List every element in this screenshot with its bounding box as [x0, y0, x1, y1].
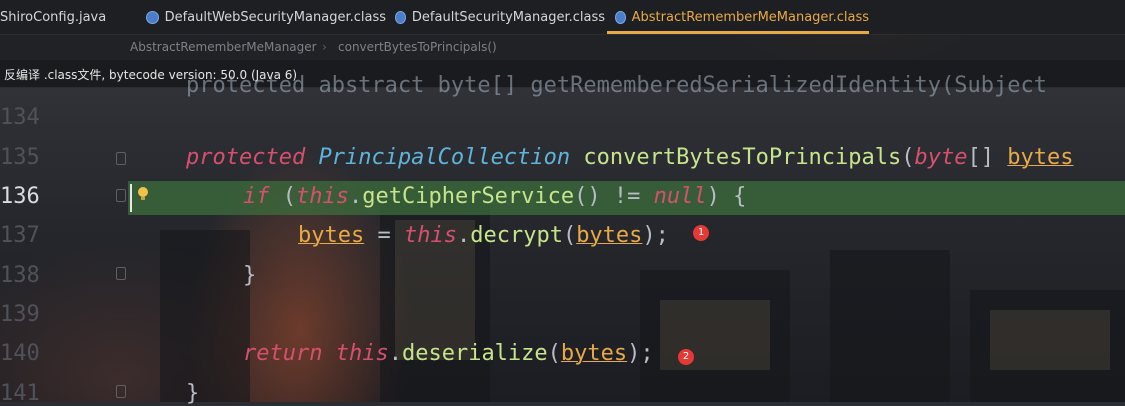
keyword-token: byte: [914, 145, 968, 170]
compiled-class-icon: [615, 10, 626, 24]
tab-defaultsecuritymanager[interactable]: DefaultSecurityManager.class: [395, 0, 605, 34]
line-number: 141: [0, 381, 40, 406]
breadcrumb-method[interactable]: convertBytesToPrincipals(): [338, 40, 497, 54]
keyword-token: this: [296, 184, 349, 209]
parameter-token: bytes: [1007, 145, 1074, 170]
code-line-137: bytes = this.decrypt(bytes);: [298, 223, 669, 248]
tab-defaultwebsecuritymanager[interactable]: DefaultWebSecurityManager.class: [146, 0, 386, 34]
tab-label: DefaultWebSecurityManager.class: [164, 9, 386, 25]
type-token: PrincipalCollection: [318, 145, 571, 170]
annotation-badge: 1: [693, 225, 709, 241]
code-line-141: }: [186, 381, 200, 406]
parameter-token: bytes: [576, 223, 643, 248]
compiled-class-icon: [146, 10, 159, 24]
punctuation-token: (: [901, 145, 915, 170]
punctuation-token: .: [348, 184, 363, 209]
method-name-token: convertBytesToPrincipals: [583, 145, 902, 170]
line-number: 138: [0, 263, 40, 288]
text-caret: [130, 184, 132, 212]
method-name-token: getCipherService: [362, 184, 575, 209]
code-line-133: protected abstract byte[] getRememberedS…: [186, 73, 1047, 98]
breadcrumb-class[interactable]: AbstractRememberMeManager: [130, 40, 317, 54]
line-number: 139: [0, 302, 40, 327]
fold-marker-icon[interactable]: [116, 385, 126, 398]
line-number: 136: [0, 184, 40, 209]
code-line-135: protected PrincipalCollection convertByt…: [186, 145, 1074, 170]
tab-abstractremembermemanager[interactable]: AbstractRememberMeManager.class: [607, 0, 869, 34]
punctuation-token: (: [269, 184, 296, 209]
compiled-class-icon: [395, 10, 406, 24]
method-name-token: deserialize: [401, 341, 548, 366]
fold-marker-icon[interactable]: [116, 189, 126, 202]
punctuation-token: (: [547, 341, 561, 366]
code-editor[interactable]: protected abstract byte[] getRememberedS…: [0, 73, 1125, 406]
tab-shiroconfig[interactable]: ShiroConfig.java: [0, 0, 140, 34]
parameter-token: bytes: [560, 341, 628, 366]
punctuation-token: .: [388, 341, 402, 366]
tab-label: AbstractRememberMeManager.class: [631, 9, 869, 25]
tab-label: ShiroConfig.java: [0, 9, 107, 25]
editor-tab-bar: ShiroConfig.java DefaultWebSecurityManag…: [0, 0, 1125, 35]
code-line-136: if (this.getCipherService() != null) {: [243, 184, 746, 209]
punctuation-token: ) {: [706, 184, 747, 209]
breadcrumb: AbstractRememberMeManager › convertBytes…: [0, 35, 1125, 60]
breadcrumb-separator: ›: [322, 40, 327, 54]
keyword-token: this: [335, 341, 389, 366]
keyword-token: this: [403, 223, 457, 248]
punctuation-token: );: [642, 223, 669, 248]
line-number: 135: [0, 145, 40, 170]
punctuation-token: () !=: [574, 184, 654, 209]
punctuation-token: .: [456, 223, 471, 248]
fold-marker-icon[interactable]: [116, 152, 126, 165]
parameter-token: bytes: [298, 223, 365, 248]
keyword-token: if: [243, 184, 270, 209]
punctuation-token: =: [364, 223, 404, 248]
keyword-token: return: [243, 341, 323, 366]
annotation-badge: 2: [678, 349, 694, 365]
line-number: 137: [0, 223, 40, 248]
code-line-138: }: [243, 263, 257, 288]
tab-label: DefaultSecurityManager.class: [411, 9, 605, 25]
punctuation-token: []: [967, 145, 1008, 170]
fold-marker-icon[interactable]: [116, 267, 126, 280]
code-line-140: return this.deserialize(bytes);: [243, 341, 654, 366]
lightbulb-icon[interactable]: [137, 187, 149, 201]
line-number: 140: [0, 341, 40, 366]
punctuation-token: );: [627, 341, 654, 366]
keyword-token: null: [653, 184, 707, 209]
line-number: 134: [0, 105, 40, 130]
method-name-token: decrypt: [470, 223, 563, 248]
keyword-token: protected: [186, 145, 306, 170]
punctuation-token: (: [562, 223, 577, 248]
